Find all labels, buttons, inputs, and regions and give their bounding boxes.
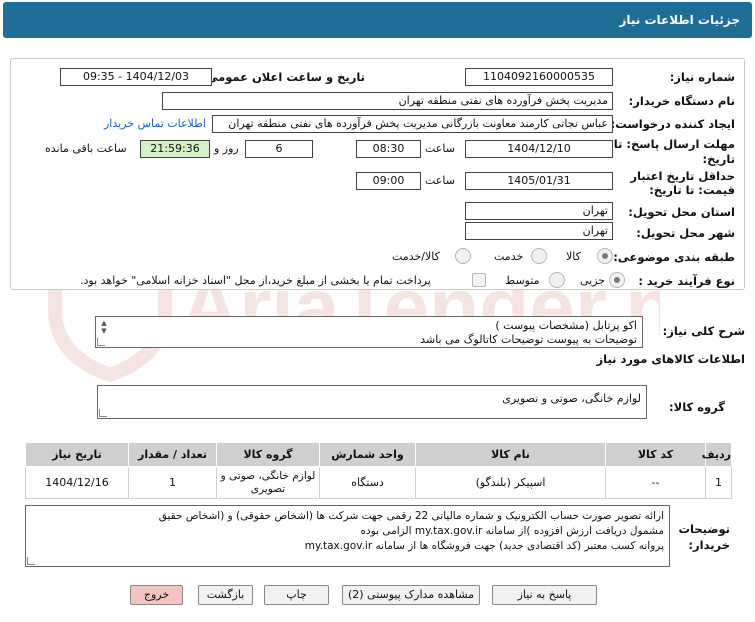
spinner-icon: ▲ ▼ — [101, 319, 107, 335]
reply-button[interactable]: پاسخ به نیاز — [492, 585, 597, 605]
buyer-notes-line-1: ارائه تصویر صورت حساب الکترونیک و شماره … — [158, 510, 664, 522]
buyer-notes-label-2: خریدار: — [688, 538, 730, 552]
cell-unit: دستگاه — [319, 466, 416, 499]
price-validity-label-1: حداقل تاریخ اعتبار — [630, 169, 735, 183]
reply-time-label: ساعت — [425, 142, 455, 155]
process-minor-radio[interactable] — [609, 272, 625, 288]
buyer-org-field: مدیریت پخش فرآورده های نفتی منطقه تهران — [162, 92, 613, 110]
time-remaining-field: 21:59:36 — [140, 140, 210, 158]
province-field: تهران — [465, 202, 613, 220]
price-validity-label-2: قیمت: تا تاریخ: — [649, 183, 735, 197]
reply-deadline-label-1: مهلت ارسال پاسخ: تا — [613, 137, 735, 151]
buyer-org-label: نام دستگاه خریدار: — [628, 94, 735, 108]
goods-group-value: لوازم خانگی، صوتی و تصویری — [502, 392, 641, 405]
category-goods-label: کالا — [566, 250, 581, 263]
category-service-radio[interactable] — [531, 248, 547, 264]
city-label: شهر محل تحویل: — [636, 226, 735, 240]
requester-field: عباس نجاتی کارمند معاونت بازرگانی مدیریت… — [212, 115, 613, 133]
announce-datetime-field: 1404/12/03 - 09:35 — [60, 68, 212, 86]
need-number-field: 1104092160000535 — [465, 68, 613, 86]
category-label: طبقه بندی موضوعی: — [613, 250, 735, 264]
table-header-row: ردیف کد کالا نام کالا واحد شمارش گروه کا… — [25, 442, 732, 467]
description-line-2: توضیحات به پیوست توضیحات کاتالوگ می باشد — [420, 333, 637, 346]
exit-button[interactable]: خروج — [130, 585, 183, 605]
print-button[interactable]: چاپ — [264, 585, 329, 605]
col-header-name: نام کالا — [415, 442, 606, 467]
need-number-label: شماره نیاز: — [669, 70, 735, 84]
view-attachments-button[interactable]: مشاهده مدارک پیوستی (2) — [342, 585, 480, 605]
col-header-need-date: تاریخ نیاز — [25, 442, 129, 467]
time-remaining-label: ساعت باقی مانده — [45, 142, 127, 155]
cell-group: لوازم خانگی، صوتی و تصویری — [216, 466, 320, 499]
requester-label: ایجاد کننده درخواست: — [610, 117, 735, 131]
cell-code: -- — [605, 466, 706, 499]
description-textarea[interactable]: اکو پرتابل (مشخصات پیوست ) توضیحات به پی… — [95, 316, 643, 348]
announce-datetime-label: تاریخ و ساعت اعلان عمومی: — [201, 70, 365, 84]
col-header-row-number: ردیف — [702, 442, 732, 467]
description-label: شرح کلی نیاز: — [662, 324, 745, 338]
buyer-notes-textarea[interactable]: ارائه تصویر صورت حساب الکترونیک و شماره … — [25, 505, 670, 567]
page-header: جزئیات اطلاعات نیاز — [3, 2, 752, 38]
resize-handle-icon[interactable] — [99, 409, 107, 417]
buyer-notes-label-1: توضیحات — [678, 522, 731, 536]
description-line-1: اکو پرتابل (مشخصات پیوست ) — [495, 319, 637, 332]
goods-group-label: گروه کالا: — [669, 400, 725, 414]
treasury-payment-note: پرداخت تمام یا بخشی از مبلغ خرید،از محل … — [80, 274, 431, 287]
goods-section-title: اطلاعات کالاهای مورد نیاز — [596, 352, 745, 366]
cell-quantity: 1 — [128, 466, 217, 499]
treasury-payment-checkbox[interactable] — [472, 273, 486, 287]
col-header-unit: واحد شمارش — [319, 442, 416, 467]
cell-row-number: 1 — [705, 466, 732, 499]
province-label: استان محل تحویل: — [628, 205, 735, 219]
col-header-group: گروه کالا — [216, 442, 320, 467]
reply-deadline-time-field: 08:30 — [356, 140, 421, 158]
price-validity-date-field: 1405/01/31 — [465, 172, 613, 190]
page-title: جزئیات اطلاعات نیاز — [619, 13, 740, 27]
city-field: تهران — [465, 222, 613, 240]
resize-handle-icon[interactable] — [97, 338, 105, 346]
category-goods-service-radio[interactable] — [455, 248, 471, 264]
reply-deadline-date-field: 1404/12/10 — [465, 140, 613, 158]
reply-deadline-label-2: تاریخ: — [702, 152, 735, 166]
process-label: نوع فرآیند خرید : — [638, 274, 735, 288]
cell-name: اسپیکر (بلندگو) — [415, 466, 606, 499]
col-header-quantity: تعداد / مقدار — [128, 442, 217, 467]
category-goods-service-label: کالا/خدمت — [392, 250, 440, 263]
buyer-notes-line-2: مشمول دریافت ارزش افزوده )از سامانه my.t… — [360, 525, 664, 537]
buyer-contact-link[interactable]: اطلاعات تماس خریدار — [104, 117, 206, 130]
resize-handle-icon[interactable] — [27, 557, 35, 565]
back-button[interactable]: بازگشت — [198, 585, 253, 605]
cell-need-date: 1404/12/16 — [25, 466, 129, 499]
process-medium-radio[interactable] — [549, 272, 565, 288]
buyer-notes-line-3: پروانه کسب معتبر (کد اقتصادی جدید) جهت ف… — [304, 540, 664, 552]
table-row[interactable]: 1 -- اسپیکر (بلندگو) دستگاه لوازم خانگی،… — [25, 466, 732, 499]
price-validity-time-field: 09:00 — [356, 172, 421, 190]
category-service-label: خدمت — [494, 250, 524, 263]
days-remaining-field: 6 — [245, 140, 313, 158]
price-validity-time-label: ساعت — [425, 174, 455, 187]
process-minor-label: جزیی — [580, 274, 606, 287]
process-medium-label: متوسط — [505, 274, 540, 287]
col-header-code: کد کالا — [605, 442, 706, 467]
goods-group-field: لوازم خانگی، صوتی و تصویری — [97, 385, 647, 419]
goods-table: ردیف کد کالا نام کالا واحد شمارش گروه کا… — [25, 442, 732, 499]
days-label: روز و — [214, 142, 239, 155]
category-goods-radio[interactable] — [597, 248, 613, 264]
